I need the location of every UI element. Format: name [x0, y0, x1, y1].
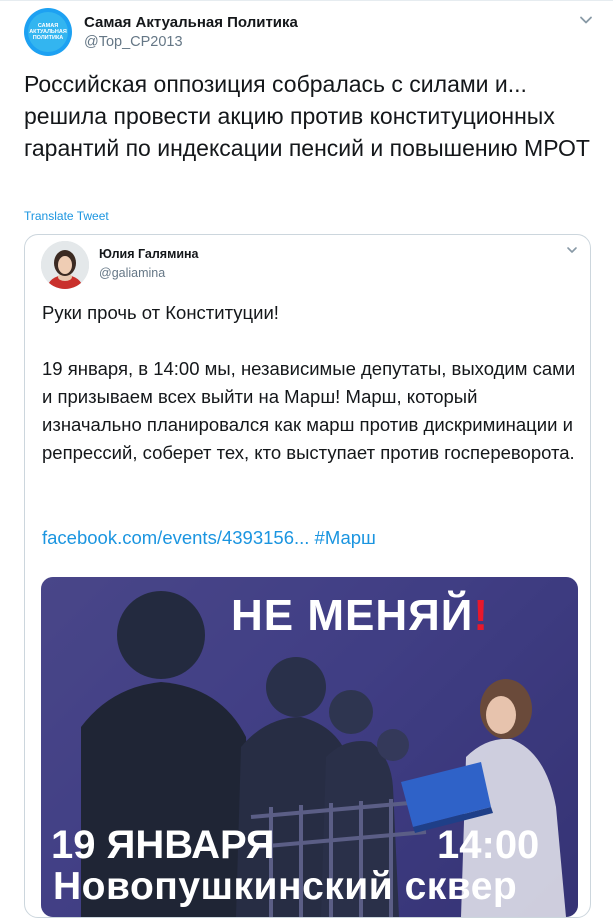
poster-time: 14:00: [437, 823, 540, 867]
quoted-tweet-text: Руки прочь от Конституции! 19 января, в …: [42, 299, 582, 467]
translate-tweet-link[interactable]: Translate Tweet: [24, 209, 109, 223]
avatar-logo-text: САМАЯ АКТУАЛЬНАЯ ПОЛИТИКА: [28, 12, 68, 52]
quoted-text-paragraph: Руки прочь от Конституции!: [42, 302, 279, 323]
quoted-tweet-link[interactable]: facebook.com/events/4393156... #Марш: [42, 527, 376, 549]
quoted-author-handle[interactable]: @galiamina: [99, 266, 165, 280]
poster-headline-mark: !: [473, 591, 490, 640]
author-avatar[interactable]: САМАЯ АКТУАЛЬНАЯ ПОЛИТИКА: [24, 8, 72, 56]
event-poster-image[interactable]: НЕ МЕНЯЙ! 19 ЯНВАРЯ 14:00 Новопушкинский…: [41, 577, 578, 917]
chevron-down-icon[interactable]: [565, 243, 579, 257]
quoted-text-paragraph: 19 января, в 14:00 мы, независимые депут…: [42, 358, 576, 463]
author-handle[interactable]: @Top_CP2013: [84, 34, 183, 50]
quoted-author-name[interactable]: Юлия Галямина: [99, 247, 199, 261]
top-divider: [0, 0, 613, 1]
author-name[interactable]: Самая Актуальная Политика: [84, 14, 298, 31]
tweet-text: Российская оппозиция собралась с силами …: [24, 71, 590, 161]
poster-headline: НЕ МЕНЯЙ!: [231, 591, 489, 641]
chevron-down-icon[interactable]: [578, 12, 594, 28]
quoted-author-avatar[interactable]: [41, 241, 89, 289]
poster-headline-text: НЕ МЕНЯЙ: [231, 591, 474, 640]
quoted-tweet[interactable]: Юлия Галямина @galiamina Руки прочь от К…: [24, 234, 591, 918]
poster-date: 19 ЯНВАРЯ: [51, 823, 275, 867]
poster-location: Новопушкинский сквер: [53, 865, 518, 908]
